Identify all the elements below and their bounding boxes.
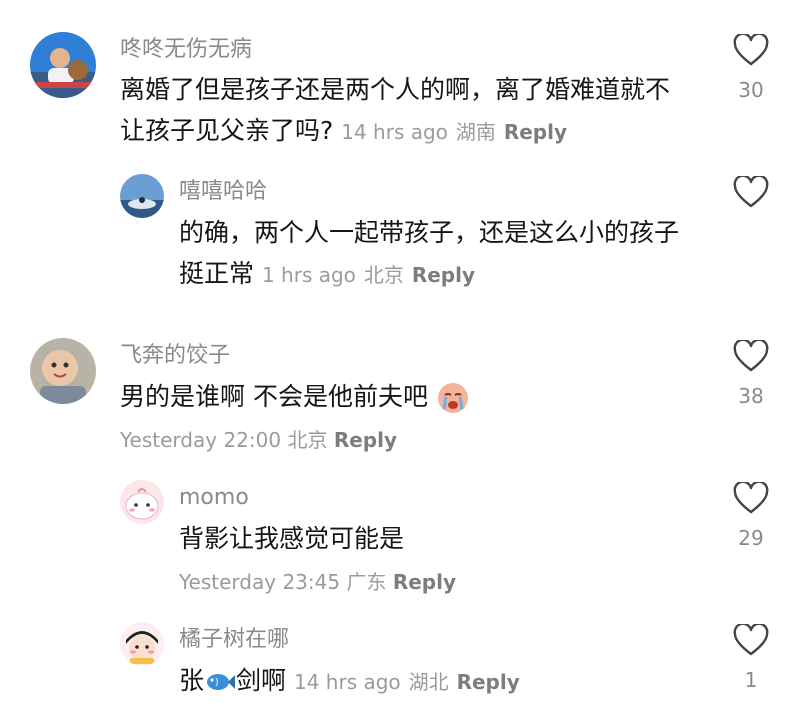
like-count: 38	[738, 384, 764, 408]
reply-button[interactable]: Reply	[393, 570, 456, 594]
username[interactable]: momo	[179, 484, 249, 512]
fish-emoji	[207, 674, 236, 690]
user-avatar[interactable]	[30, 32, 96, 98]
comment-text: 背影让我感觉可能是	[179, 524, 405, 553]
comment-time: 14 hrs ago	[293, 670, 401, 694]
reply-button[interactable]: Reply	[504, 120, 567, 144]
reply-button[interactable]: Reply	[334, 428, 397, 452]
heart-icon[interactable]	[733, 176, 769, 208]
heart-icon[interactable]	[733, 340, 769, 372]
user-avatar[interactable]	[120, 480, 164, 524]
comment-text: 离婚了但是孩子还是两个人的啊，离了婚难道就不 让孩子见父亲了吗? 14 hrs …	[120, 75, 671, 145]
crying-face-emoji	[437, 383, 468, 413]
comment-location: 北京	[287, 428, 328, 452]
like-count: 29	[738, 526, 764, 550]
like-count: 1	[744, 668, 758, 692]
username[interactable]: 嘻嘻哈哈	[179, 178, 267, 206]
user-avatar[interactable]	[30, 338, 96, 404]
heart-icon[interactable]	[733, 482, 769, 514]
comment-location: 湖南	[455, 120, 496, 144]
comment-meta: Yesterday 22:00 北京 Reply	[120, 426, 397, 454]
heart-icon[interactable]	[733, 34, 769, 66]
reply-button[interactable]: Reply	[412, 263, 475, 287]
comment-time: 14 hrs ago	[341, 120, 448, 144]
heart-icon[interactable]	[733, 624, 769, 656]
username[interactable]: 飞奔的饺子	[120, 342, 230, 370]
comment-time: 1 hrs ago	[261, 263, 356, 287]
comment-location: 北京	[363, 263, 404, 287]
user-avatar[interactable]	[120, 622, 164, 666]
reply-button[interactable]: Reply	[457, 670, 520, 694]
user-avatar[interactable]	[120, 174, 164, 218]
comment-time: Yesterday 23:45	[179, 570, 341, 594]
username[interactable]: 橘子树在哪	[179, 626, 289, 654]
comment-text: 张 剑啊 14 hrs ago 湖北 Reply	[179, 666, 520, 695]
comment-text: 男的是谁啊 不会是他前夫吧	[120, 376, 710, 417]
comment-time: Yesterday 22:00	[120, 428, 282, 452]
comment-location: 湖北	[408, 670, 449, 694]
like-count: 30	[738, 78, 764, 102]
username[interactable]: 咚咚无伤无病	[120, 36, 252, 64]
comment-meta: Yesterday 23:45 广东 Reply	[179, 568, 456, 596]
comment-text: 的确，两个人一起带孩子，还是这么小的孩子 挺正常 1 hrs ago 北京 Re…	[179, 218, 680, 288]
comment-location: 广东	[346, 570, 387, 594]
